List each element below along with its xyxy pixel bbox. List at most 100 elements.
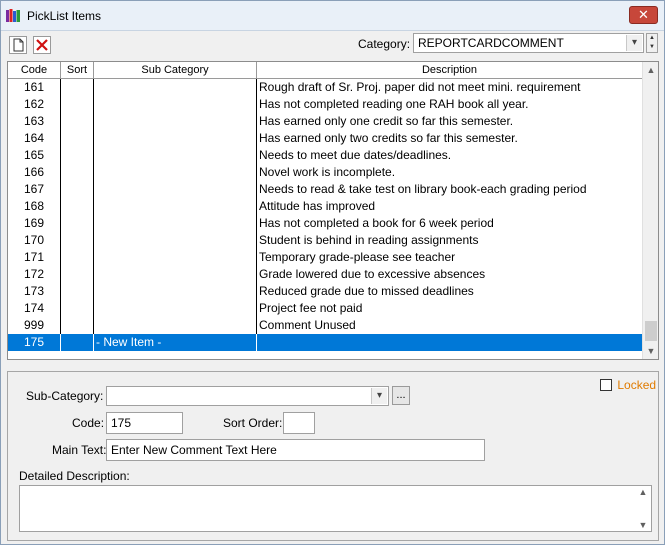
grid-header: Code Sort Sub Category Description: [8, 62, 642, 79]
cell-code: 174: [8, 300, 61, 317]
cell-code: 172: [8, 266, 61, 283]
table-row[interactable]: 174 Project fee not paid: [8, 300, 642, 317]
new-item-button[interactable]: [9, 36, 27, 54]
cell-code: 162: [8, 96, 61, 113]
delete-item-button[interactable]: [33, 36, 51, 54]
window-title: PickList Items: [27, 9, 102, 23]
cell-sort: [61, 96, 94, 113]
cell-description: Comment Unused: [259, 318, 356, 332]
category-spinner[interactable]: ▲ ▼: [646, 33, 658, 53]
table-row[interactable]: 166 Novel work is incomplete.: [8, 164, 642, 181]
grid-body: 161 Rough draft of Sr. Proj. paper did no…: [8, 79, 642, 359]
chevron-down-icon[interactable]: ▾: [371, 388, 387, 404]
cell-code: 163: [8, 113, 61, 130]
cell-description: Has not completed a book for 6 week peri…: [259, 216, 494, 230]
column-header-description[interactable]: Description: [257, 62, 642, 79]
cell-sub-category: [94, 79, 257, 96]
subcategory-select[interactable]: ▾: [106, 386, 389, 406]
cell-sort: [61, 317, 94, 334]
cell-code: 165: [8, 147, 61, 164]
detailed-description-label: Detailed Description:: [19, 469, 130, 483]
cell-sort: [61, 249, 94, 266]
table-row[interactable]: 163 Has earned only one credit so far thi…: [8, 113, 642, 130]
cell-code: 166: [8, 164, 61, 181]
cell-sort: [61, 130, 94, 147]
cell-code: 164: [8, 130, 61, 147]
cell-sort: [61, 147, 94, 164]
column-header-sort[interactable]: Sort: [61, 62, 94, 79]
cell-sub-category: [94, 130, 257, 147]
sort-order-label: Sort Order:: [223, 416, 283, 430]
table-row[interactable]: 162 Has not completed reading one RAH boo…: [8, 96, 642, 113]
grid-scrollbar[interactable]: ▲ ▼: [642, 62, 658, 359]
cell-code: 999: [8, 317, 61, 334]
cell-sort: [61, 79, 94, 96]
main-text-input[interactable]: Enter New Comment Text Here: [106, 439, 485, 461]
table-row[interactable]: 161 Rough draft of Sr. Proj. paper did no…: [8, 79, 642, 96]
locked-checkbox[interactable]: Locked: [600, 377, 656, 392]
cell-sub-category: [94, 283, 257, 300]
code-input[interactable]: 175: [106, 412, 183, 434]
cell-sub-category: [94, 113, 257, 130]
cell-sub-category: [94, 232, 257, 249]
cell-description: Has earned only one credit so far this s…: [259, 114, 514, 128]
column-header-code[interactable]: Code: [8, 62, 61, 79]
textarea-scrollbar[interactable]: ▲ ▼: [635, 486, 651, 531]
table-row[interactable]: 173 Reduced grade due to missed deadlines: [8, 283, 642, 300]
cell-sub-category: [94, 96, 257, 113]
chevron-down-icon[interactable]: ▼: [643, 343, 658, 359]
picklist-window: PickList Items ✕ Category: REPORTCARDCOM…: [0, 0, 665, 545]
table-row[interactable]: 999 Comment Unused: [8, 317, 642, 334]
table-row[interactable]: 165 Needs to meet due dates/deadlines.: [8, 147, 642, 164]
close-button[interactable]: ✕: [629, 6, 658, 24]
cell-code: 173: [8, 283, 61, 300]
cell-description: Has earned only two credits so far this …: [259, 131, 518, 145]
subcategory-browse-button[interactable]: ...: [392, 386, 410, 405]
chevron-up-icon[interactable]: ▲: [647, 34, 657, 43]
category-label: Category:: [358, 37, 411, 51]
table-row[interactable]: 172 Grade lowered due to excessive absenc…: [8, 266, 642, 283]
table-row[interactable]: 175 - New Item -: [8, 334, 642, 351]
cell-sub-category: [94, 215, 257, 232]
cell-sort: [61, 181, 94, 198]
table-row[interactable]: 164 Has earned only two credits so far th…: [8, 130, 642, 147]
chevron-down-icon[interactable]: ▼: [635, 520, 651, 530]
cell-description: Student is behind in reading assignments: [259, 233, 479, 247]
category-select[interactable]: REPORTCARDCOMMENT ▾: [413, 33, 644, 53]
cell-sub-category: [94, 181, 257, 198]
chevron-down-icon[interactable]: ▼: [647, 43, 657, 52]
table-row[interactable]: 170 Student is behind in reading assignme…: [8, 232, 642, 249]
subcategory-label: Sub-Category:: [26, 389, 104, 403]
checkbox-box[interactable]: [600, 378, 612, 391]
chevron-up-icon[interactable]: ▲: [643, 62, 658, 78]
close-icon: ✕: [638, 7, 649, 22]
table-row[interactable]: 171 Temporary grade-please see teacher: [8, 249, 642, 266]
cell-sub-category: [94, 266, 257, 283]
cell-sub-category: [94, 198, 257, 215]
cell-sort: [61, 300, 94, 317]
table-row[interactable]: 167 Needs to read & take test on library …: [8, 181, 642, 198]
locked-label: Locked: [617, 377, 657, 392]
cell-description: Novel work is incomplete.: [259, 165, 396, 179]
cell-code: 168: [8, 198, 61, 215]
column-header-sub-category[interactable]: Sub Category: [94, 62, 257, 79]
cell-description: Project fee not paid: [259, 301, 363, 315]
detailed-description-textarea[interactable]: ▲ ▼: [19, 485, 652, 532]
cell-code: 161: [8, 79, 61, 96]
chevron-down-icon[interactable]: ▾: [626, 35, 642, 51]
cell-description: [257, 334, 642, 351]
scrollbar-thumb[interactable]: [645, 321, 657, 341]
delete-x-icon: [36, 39, 48, 51]
cell-code: 170: [8, 232, 61, 249]
cell-description: Rough draft of Sr. Proj. paper did not m…: [259, 80, 581, 94]
cell-sort: [61, 266, 94, 283]
cell-code: 169: [8, 215, 61, 232]
cell-sort: [61, 113, 94, 130]
table-row[interactable]: 169 Has not completed a book for 6 week p…: [8, 215, 642, 232]
chevron-up-icon[interactable]: ▲: [635, 487, 651, 497]
cell-description: Attitude has improved: [259, 199, 376, 213]
sort-order-input[interactable]: [283, 412, 315, 434]
picklist-grid[interactable]: Code Sort Sub Category Description 161 Ro…: [7, 61, 659, 360]
table-row[interactable]: 168 Attitude has improved: [8, 198, 642, 215]
title-bar: PickList Items ✕: [1, 1, 664, 31]
